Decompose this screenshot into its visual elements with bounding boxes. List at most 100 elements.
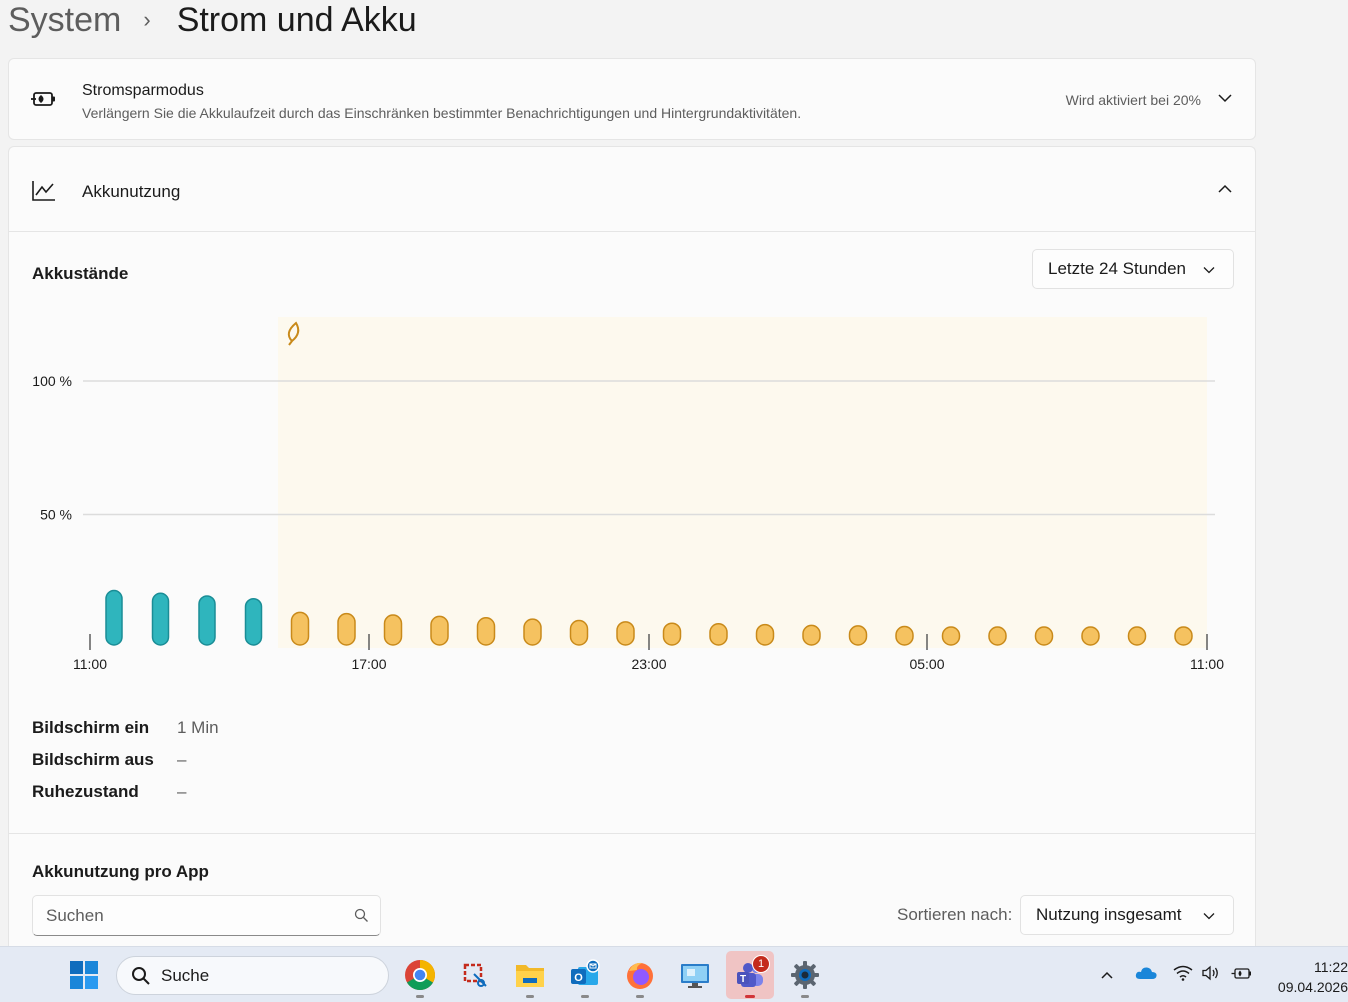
x-tick-label: 17:00 bbox=[351, 656, 386, 672]
clock-time: 11:22 bbox=[1314, 959, 1348, 975]
chevron-up-icon[interactable] bbox=[1217, 182, 1233, 200]
battery-level-bar-saver[interactable] bbox=[476, 617, 496, 646]
battery-saver-status: Wird aktiviert bei 20% bbox=[1065, 92, 1201, 108]
battery-level-bar-saver[interactable] bbox=[662, 622, 682, 646]
app-search-input[interactable] bbox=[33, 896, 333, 935]
search-icon[interactable] bbox=[354, 908, 369, 928]
running-indicator bbox=[581, 995, 589, 998]
battery-level-bar-saver[interactable] bbox=[523, 618, 542, 646]
battery-level-bar-saver[interactable] bbox=[430, 615, 449, 646]
battery-level-bar-saver[interactable] bbox=[848, 625, 868, 646]
battery-level-bar[interactable] bbox=[105, 589, 123, 646]
stat-label-screen-on: Bildschirm ein bbox=[32, 718, 150, 737]
taskbar-snipping-tool[interactable] bbox=[451, 951, 499, 999]
battery-level-bar[interactable] bbox=[198, 595, 216, 646]
svg-text:O: O bbox=[574, 972, 583, 984]
battery-level-bar-saver[interactable] bbox=[802, 624, 821, 646]
battery-level-chart: 100 % 50 % 11:00 17:00 23:00 05:00 11:00 bbox=[32, 317, 1224, 672]
line-chart-icon bbox=[31, 179, 57, 208]
divider bbox=[9, 833, 1255, 834]
battery-level-bar-saver[interactable] bbox=[337, 612, 356, 646]
firefox-icon bbox=[627, 962, 653, 989]
volume-icon[interactable] bbox=[1201, 965, 1223, 986]
sort-label: Sortieren nach: bbox=[897, 905, 1013, 924]
running-indicator bbox=[636, 995, 644, 998]
battery-level-bar-saver[interactable] bbox=[1174, 626, 1193, 646]
taskbar-search[interactable]: Suche bbox=[116, 956, 389, 995]
stat-label-screen-off: Bildschirm aus bbox=[32, 750, 154, 769]
battery-level-bar-saver[interactable] bbox=[1127, 626, 1147, 646]
stat-value-sleep: – bbox=[177, 782, 187, 801]
battery-saver-region bbox=[278, 317, 1207, 648]
chevron-down-icon bbox=[1203, 905, 1215, 925]
y-tick-label: 50 % bbox=[40, 507, 72, 523]
period-dropdown-value: Letzte 24 Stunden bbox=[1048, 259, 1187, 278]
battery-level-bar-saver[interactable] bbox=[709, 623, 728, 646]
period-dropdown[interactable]: Letzte 24 Stunden bbox=[1032, 249, 1234, 289]
wifi-icon[interactable] bbox=[1173, 965, 1195, 986]
taskbar-outlook[interactable]: O bbox=[561, 951, 609, 999]
taskbar-firefox[interactable] bbox=[616, 951, 664, 999]
battery-saver-icon bbox=[30, 88, 58, 115]
clock[interactable]: 11:22 09.04.2026 bbox=[1278, 957, 1348, 997]
x-tick-label: 05:00 bbox=[909, 656, 944, 672]
battery-level-bar[interactable] bbox=[244, 597, 263, 646]
running-indicator bbox=[801, 995, 809, 998]
breadcrumb-system-link[interactable]: System bbox=[8, 1, 121, 40]
svg-text:T: T bbox=[740, 974, 746, 985]
battery-level-bar-saver[interactable] bbox=[941, 626, 961, 646]
taskbar-search-label: Suche bbox=[161, 965, 210, 985]
y-tick-label: 100 % bbox=[32, 373, 72, 389]
breadcrumb-separator: › bbox=[143, 7, 151, 32]
start-button[interactable] bbox=[60, 951, 108, 999]
battery-level-bar-saver[interactable] bbox=[616, 621, 635, 646]
battery-level-bar-saver[interactable] bbox=[1081, 626, 1100, 646]
battery-level-bar-saver[interactable] bbox=[290, 611, 310, 646]
system-tray bbox=[1094, 947, 1255, 1002]
taskbar-file-explorer[interactable] bbox=[506, 951, 554, 999]
windows-logo-icon bbox=[70, 961, 98, 989]
divider bbox=[9, 231, 1255, 232]
x-tick-label: 23:00 bbox=[631, 656, 666, 672]
sort-dropdown-value: Nutzung insgesamt bbox=[1036, 905, 1182, 924]
outlook-icon: O bbox=[571, 959, 600, 985]
taskbar-remote-desktop[interactable] bbox=[671, 951, 719, 999]
battery-level-bar-saver[interactable] bbox=[383, 614, 403, 646]
running-indicator bbox=[526, 995, 534, 998]
running-indicator bbox=[745, 995, 755, 998]
per-app-heading: Akkunutzung pro App bbox=[32, 862, 209, 881]
onedrive-icon[interactable] bbox=[1134, 965, 1160, 986]
taskbar-teams[interactable]: T 1 bbox=[726, 951, 774, 999]
stat-label-sleep: Ruhezustand bbox=[32, 782, 139, 801]
notification-badge: 1 bbox=[752, 955, 770, 973]
x-tick-label: 11:00 bbox=[73, 656, 107, 672]
taskbar-settings[interactable] bbox=[781, 951, 829, 999]
breadcrumb: System › Strom und Akku bbox=[8, 0, 417, 40]
battery-level-bar-saver[interactable] bbox=[895, 625, 914, 646]
battery-saver-description: Verlängern Sie die Akkulaufzeit durch da… bbox=[82, 105, 802, 121]
clock-date: 09.04.2026 bbox=[1277, 979, 1348, 995]
taskbar: Suche O T 1 11:22 09.04.2026 bbox=[0, 946, 1348, 1002]
running-indicator bbox=[416, 995, 424, 998]
battery-level-bar-saver[interactable] bbox=[1034, 626, 1054, 646]
search-icon bbox=[132, 966, 150, 985]
chevron-up-icon[interactable] bbox=[1094, 970, 1120, 980]
battery-saver-row[interactable]: Stromsparmodus Verlängern Sie die Akkula… bbox=[8, 58, 1256, 140]
battery-level-bar[interactable] bbox=[151, 592, 170, 646]
app-search-box bbox=[32, 895, 381, 936]
stat-value-screen-off: – bbox=[177, 750, 187, 769]
sort-dropdown[interactable]: Nutzung insgesamt bbox=[1020, 895, 1234, 935]
battery-level-bar-saver[interactable] bbox=[988, 626, 1007, 646]
chevron-down-icon bbox=[1203, 259, 1215, 279]
battery-usage-title: Akkunutzung bbox=[82, 182, 181, 201]
battery-saver-tray-icon[interactable] bbox=[1231, 965, 1255, 986]
stat-value-screen-on: 1 Min bbox=[177, 718, 219, 737]
battery-level-bar-saver[interactable] bbox=[569, 619, 589, 646]
battery-level-bar-saver[interactable] bbox=[755, 623, 775, 646]
taskbar-chrome[interactable] bbox=[396, 951, 444, 999]
remote-desktop-icon bbox=[681, 964, 709, 988]
chevron-down-icon[interactable] bbox=[1217, 91, 1233, 109]
snipping-tool-icon bbox=[463, 963, 487, 987]
page-title: Strom und Akku bbox=[176, 0, 417, 39]
battery-saver-title: Stromsparmodus bbox=[82, 82, 204, 99]
